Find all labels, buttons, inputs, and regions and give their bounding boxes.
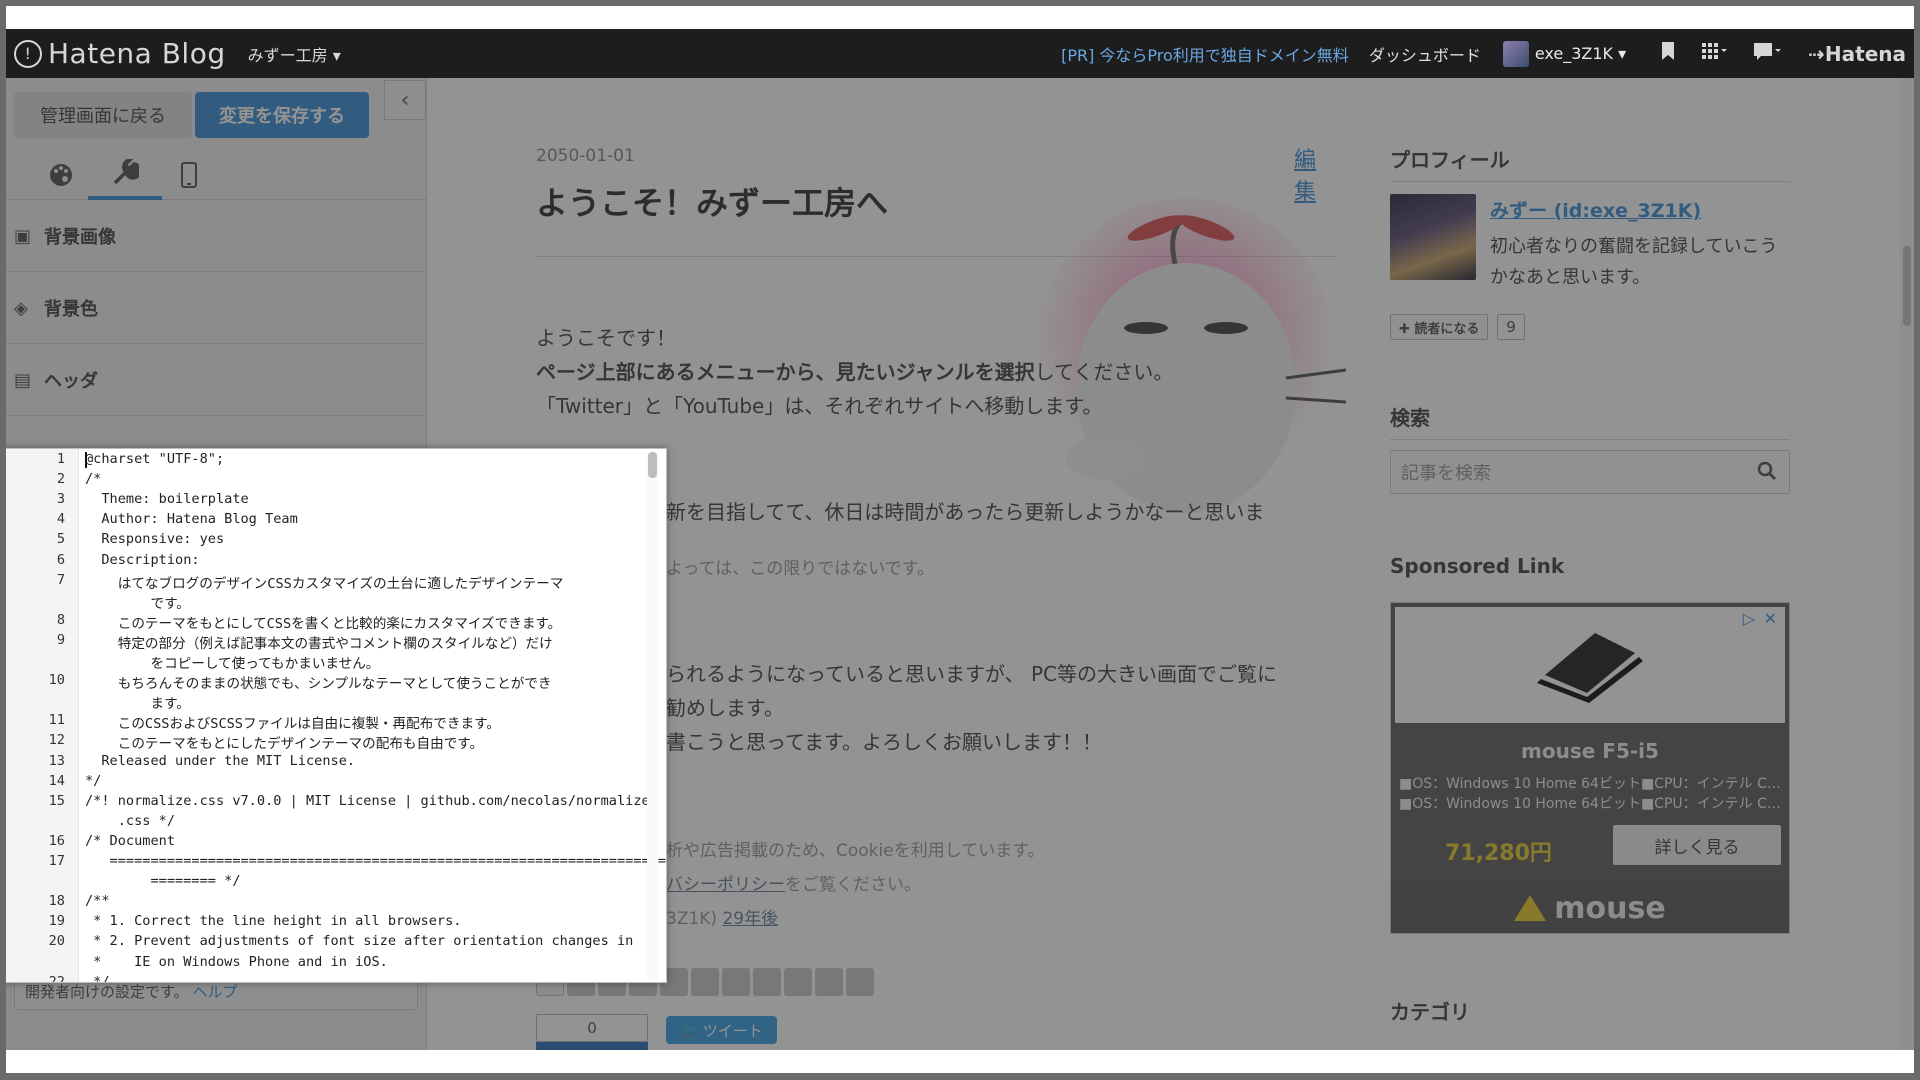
line-number: 4 — [56, 511, 65, 528]
code-line[interactable]: Theme: boilerplate — [85, 491, 248, 507]
code-line[interactable]: /** — [85, 893, 110, 909]
line-number: 17 — [48, 853, 65, 869]
hatena-topbar: ! Hatena Blog みずー工房 ▾ [PR] 今ならPro利用で独自ドメ… — [6, 29, 1914, 78]
line-number: 2 — [56, 471, 65, 488]
frame-left-edge — [0, 0, 6, 1080]
line-number: 14 — [48, 772, 65, 789]
code-line[interactable]: * 1. Correct the line height in all brow… — [85, 913, 461, 929]
hatena-blog-logo[interactable]: ! Hatena Blog — [14, 37, 226, 70]
line-number: 20 — [48, 933, 65, 950]
code-line[interactable]: */ — [85, 773, 101, 789]
hatena-brand-text: Hatena — [1824, 41, 1906, 66]
hatena-brand-link[interactable]: ⇢Hatena — [1808, 42, 1906, 66]
blog-switcher[interactable]: みずー工房 ▾ — [248, 42, 341, 66]
line-number: 12 — [48, 732, 65, 749]
topbar-right: [PR] 今ならPro利用で独自ドメイン無料 ダッシュボード exe_3Z1K … — [1061, 29, 1914, 78]
code-line[interactable]: Author: Hatena Blog Team — [85, 511, 297, 527]
code-line[interactable]: ます。 — [85, 692, 189, 712]
line-number: 16 — [48, 832, 65, 849]
line-number: 8 — [56, 611, 65, 628]
css-code-editor[interactable]: 1 2 3 4 5 6 7 8 9 10 11 12 13 14 15 16 17 18 19 20 22 @chars… — [0, 448, 667, 983]
dashboard-link[interactable]: ダッシュボード — [1369, 42, 1481, 66]
line-number: 11 — [48, 712, 65, 729]
logo-text: Hatena Blog — [48, 37, 226, 70]
line-number: 9 — [56, 631, 65, 648]
hatena-logo-icon: ! — [14, 39, 42, 68]
line-number: 18 — [48, 893, 65, 910]
code-line[interactable]: です。 — [85, 592, 189, 612]
code-line[interactable]: このCSSおよびSCSSファイルは自由に複製・再配布できます。 — [85, 712, 500, 732]
code-line[interactable]: このテーマをもとにしたデザインテーマの配布も自由です。 — [85, 732, 483, 752]
code-line[interactable]: * IE on Windows Phone and in iOS. — [85, 954, 388, 970]
code-line[interactable]: @charset "UTF-8"; — [85, 451, 224, 467]
apps-grid-icon[interactable] — [1702, 42, 1728, 66]
code-line[interactable]: * 2. Prevent adjustments of font size af… — [85, 933, 633, 949]
notification-icon[interactable] — [1754, 42, 1782, 66]
line-number: 13 — [48, 752, 65, 769]
line-number: 3 — [56, 491, 65, 508]
code-line[interactable]: /* Document — [85, 833, 175, 849]
screen-frame: ! Hatena Blog みずー工房 ▾ [PR] 今ならPro利用で独自ドメ… — [0, 0, 1920, 1080]
user-avatar — [1502, 40, 1529, 67]
code-line[interactable]: Description: — [85, 552, 199, 568]
code-line[interactable]: もちろんそのままの状態でも、シンプルなテーマとして使うことができ — [85, 672, 552, 692]
code-line[interactable]: このテーマをもとにしてCSSを書くと比較的楽にカスタマイズできます。 — [85, 612, 562, 632]
code-line[interactable]: Released under the MIT License. — [85, 753, 355, 769]
text-caret — [85, 452, 87, 468]
line-number: 19 — [48, 913, 65, 930]
line-number: 6 — [56, 551, 65, 568]
code-line[interactable]: .css */ — [85, 813, 175, 829]
bookmark-icon[interactable] — [1660, 41, 1676, 66]
editor-scrollbar-thumb[interactable] — [648, 452, 657, 478]
code-line[interactable]: をコピーして使ってもかまいません。 — [85, 652, 379, 672]
code-line[interactable]: */ — [85, 974, 109, 982]
user-name: exe_3Z1K ▾ — [1534, 44, 1627, 63]
frame-top-bar — [0, 0, 1920, 29]
editor-scrollbar[interactable] — [647, 451, 658, 979]
frame-bottom-bar — [0, 1050, 1920, 1080]
code-line[interactable]: 特定の部分（例えば記事本文の書式やコメント欄のスタイルなど）だけ — [85, 632, 553, 652]
line-number: 15 — [48, 792, 65, 809]
code-line[interactable]: /*! normalize.css v7.0.0 | MIT License |… — [85, 793, 650, 809]
pr-link[interactable]: [PR] 今ならPro利用で独自ドメイン無料 — [1061, 42, 1349, 66]
code-line[interactable]: ======== */ — [85, 873, 240, 889]
code-line[interactable]: はてなブログのデザインCSSカスタマイズの土台に適したデザインテーマ — [85, 572, 564, 592]
line-number: 1 — [56, 451, 65, 467]
frame-right-edge — [1914, 0, 1920, 1080]
code-line[interactable]: Responsive: yes — [85, 531, 224, 547]
line-number: 22 — [48, 973, 65, 983]
line-number: 7 — [56, 571, 65, 588]
line-number: 10 — [48, 672, 65, 689]
user-menu[interactable]: exe_3Z1K ▾ — [1502, 40, 1627, 67]
code-content[interactable]: @charset "UTF-8"; /* Theme: boilerplate A… — [85, 449, 666, 982]
code-line[interactable]: ========================================… — [85, 853, 666, 869]
code-line[interactable]: /* — [85, 471, 101, 487]
line-number: 5 — [56, 531, 65, 548]
